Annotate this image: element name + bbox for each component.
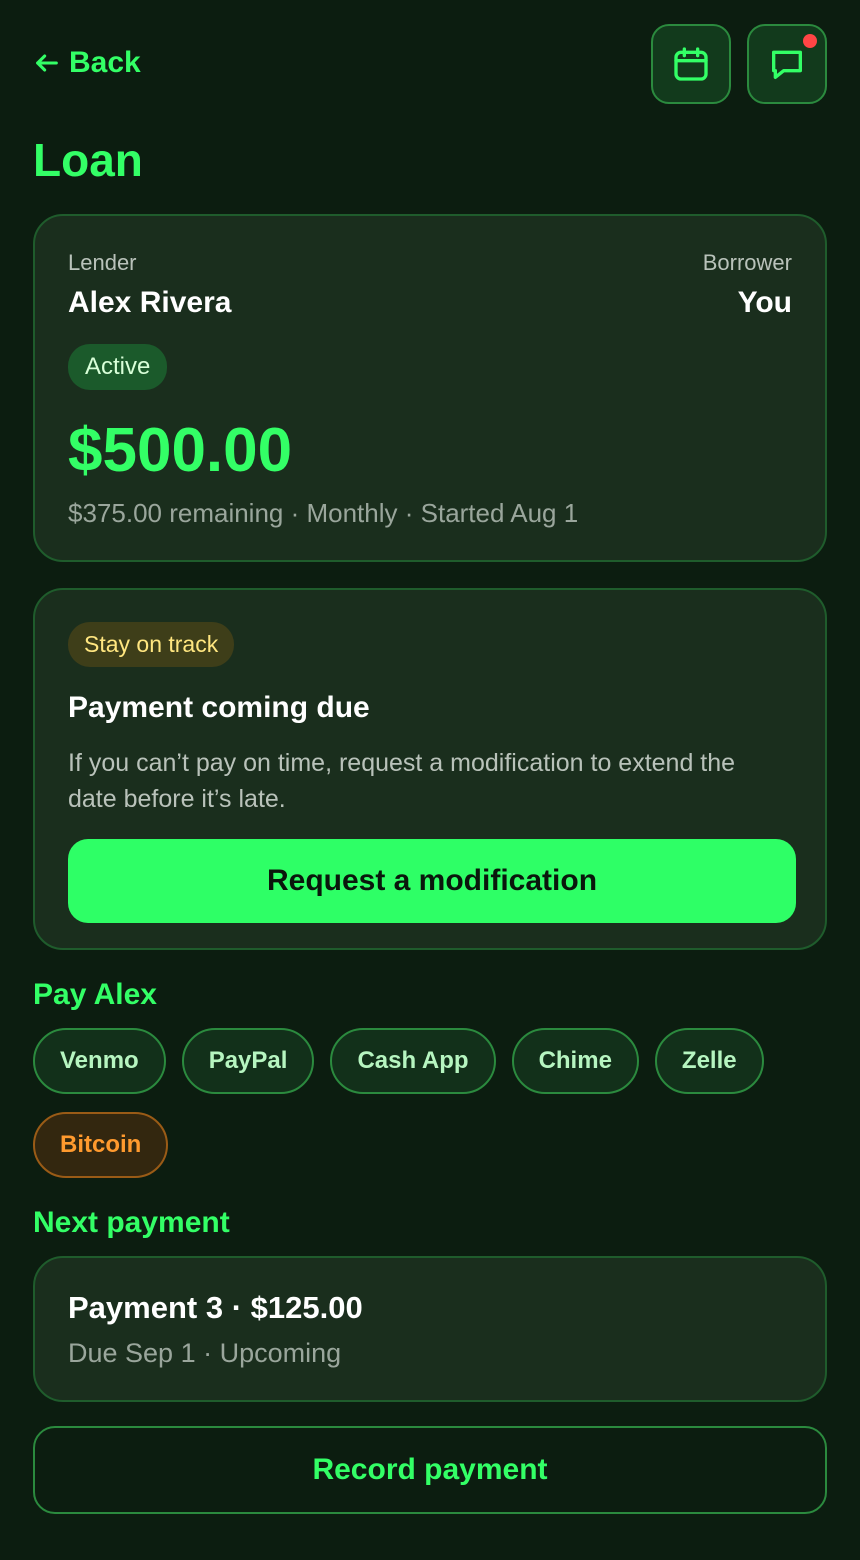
payment-methods: Venmo PayPal Cash App Chime Zelle Bitcoi… — [33, 1028, 793, 1178]
header: Back — [33, 0, 827, 110]
back-label: Back — [69, 46, 141, 79]
reminder-text: If you can’t pay on time, request a modi… — [68, 749, 736, 813]
party-row: Lender Alex Rivera Borrower You — [68, 250, 792, 320]
reminder-title: Payment coming due — [68, 691, 370, 724]
pay-method-zelle[interactable]: Zelle — [654, 1028, 764, 1094]
pay-method-venmo[interactable]: Venmo — [33, 1028, 166, 1094]
notification-dot — [803, 34, 817, 48]
record-payment-button[interactable]: Record payment — [33, 1426, 827, 1514]
next-payment-card[interactable]: Payment 3 · $125.00 Due Sep 1 · Upcoming — [33, 1256, 827, 1402]
loan-page: Back Loan Lender Alex Rivera Borrower Yo… — [0, 0, 860, 1560]
borrower-block: Borrower You — [703, 250, 792, 320]
pay-section-title: Pay Alex — [33, 978, 157, 1011]
reminder-badge: Stay on track — [68, 622, 235, 667]
status-badge: Active — [68, 344, 168, 390]
chat-bubble-icon — [772, 50, 802, 80]
arrow-left-icon — [36, 54, 58, 72]
borrower-name: You — [737, 286, 792, 319]
next-payment-summary: Payment 3 · $125.00 — [68, 1290, 363, 1325]
next-payment-title: Next payment — [33, 1206, 230, 1239]
lender-name: Alex Rivera — [68, 286, 232, 319]
payment-reminder-card: Stay on track Payment coming due If you … — [33, 588, 827, 950]
messages-button[interactable] — [747, 24, 827, 104]
loan-meta: $375.00 remaining · Monthly · Started Au… — [68, 498, 579, 528]
pay-method-paypal[interactable]: PayPal — [181, 1028, 315, 1094]
lender-block: Lender Alex Rivera — [68, 250, 231, 320]
pay-method-bitcoin[interactable]: Bitcoin — [33, 1112, 169, 1178]
back-button[interactable]: Back — [33, 46, 141, 80]
loan-summary-card: Lender Alex Rivera Borrower You Active $… — [33, 214, 827, 562]
page-title: Loan — [33, 134, 143, 186]
request-modification-button[interactable]: Request a modification — [68, 839, 796, 923]
pay-method-chime[interactable]: Chime — [511, 1028, 639, 1094]
lender-label: Lender — [68, 250, 137, 275]
borrower-label: Borrower — [702, 250, 792, 275]
loan-amount: $500.00 — [68, 416, 293, 485]
next-payment-status: Due Sep 1 · Upcoming — [68, 1338, 342, 1368]
calendar-button[interactable] — [651, 24, 731, 104]
calendar-icon — [674, 47, 708, 81]
pay-method-cash-app[interactable]: Cash App — [330, 1028, 496, 1094]
